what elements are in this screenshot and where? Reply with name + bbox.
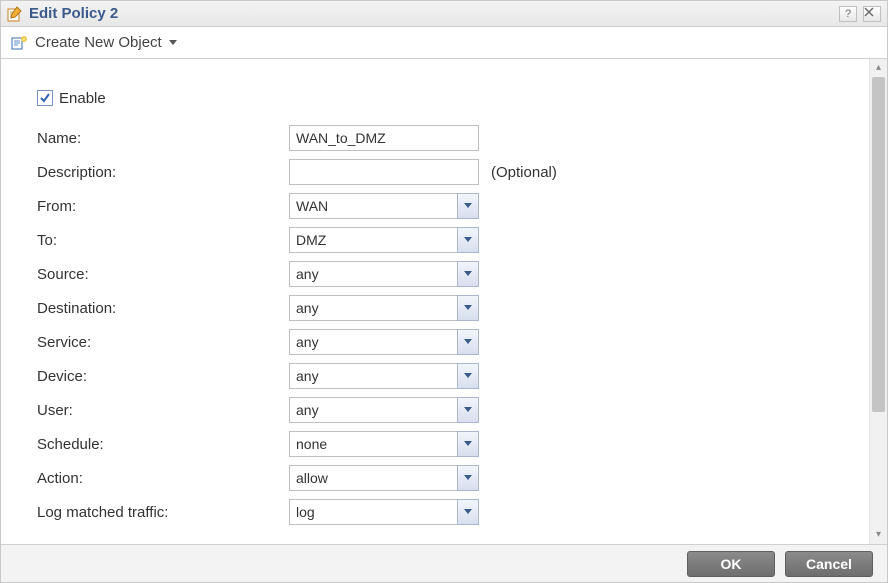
help-button[interactable]: ? — [839, 6, 857, 22]
source-label: Source: — [31, 266, 289, 283]
device-label: Device: — [31, 368, 289, 385]
edit-policy-icon — [7, 6, 23, 22]
log-value[interactable]: log — [289, 499, 457, 525]
chevron-down-icon[interactable] — [457, 363, 479, 389]
to-label: To: — [31, 232, 289, 249]
chevron-down-icon[interactable] — [457, 193, 479, 219]
scroll-down-icon[interactable]: ▾ — [870, 526, 887, 544]
device-combo[interactable]: any — [289, 363, 479, 389]
service-label: Service: — [31, 334, 289, 351]
enable-label: Enable — [59, 90, 106, 107]
schedule-combo[interactable]: none — [289, 431, 479, 457]
to-combo[interactable]: DMZ — [289, 227, 479, 253]
form: Enable Name: Description: (Optional) Fro… — [1, 59, 869, 544]
user-combo[interactable]: any — [289, 397, 479, 423]
chevron-down-icon[interactable] — [457, 295, 479, 321]
create-new-object-button[interactable]: Create New Object — [35, 34, 162, 51]
content-area: Enable Name: Description: (Optional) Fro… — [1, 59, 887, 544]
dropdown-caret-icon[interactable] — [168, 39, 178, 47]
dialog-footer: OK Cancel — [1, 544, 887, 582]
log-label: Log matched traffic: — [31, 504, 289, 521]
user-value[interactable]: any — [289, 397, 457, 423]
ok-button[interactable]: OK — [687, 551, 775, 577]
from-value[interactable]: WAN — [289, 193, 457, 219]
name-label: Name: — [31, 130, 289, 147]
toolbar: Create New Object — [1, 27, 887, 59]
close-button[interactable] — [863, 6, 881, 22]
dialog-title: Edit Policy 2 — [29, 5, 833, 22]
chevron-down-icon[interactable] — [457, 397, 479, 423]
name-input[interactable] — [289, 125, 479, 151]
from-label: From: — [31, 198, 289, 215]
device-value[interactable]: any — [289, 363, 457, 389]
chevron-down-icon[interactable] — [457, 499, 479, 525]
description-label: Description: — [31, 164, 289, 181]
cancel-button[interactable]: Cancel — [785, 551, 873, 577]
title-bar: Edit Policy 2 ? — [1, 1, 887, 27]
chevron-down-icon[interactable] — [457, 227, 479, 253]
action-value[interactable]: allow — [289, 465, 457, 491]
user-label: User: — [31, 402, 289, 419]
destination-label: Destination: — [31, 300, 289, 317]
new-object-icon — [11, 35, 29, 51]
service-value[interactable]: any — [289, 329, 457, 355]
chevron-down-icon[interactable] — [457, 329, 479, 355]
source-combo[interactable]: any — [289, 261, 479, 287]
scroll-thumb[interactable] — [872, 77, 885, 412]
action-label: Action: — [31, 470, 289, 487]
log-combo[interactable]: log — [289, 499, 479, 525]
schedule-label: Schedule: — [31, 436, 289, 453]
from-combo[interactable]: WAN — [289, 193, 479, 219]
dialog-window: Edit Policy 2 ? Create New Object — [0, 0, 888, 583]
scroll-up-icon[interactable]: ▴ — [870, 59, 887, 77]
service-combo[interactable]: any — [289, 329, 479, 355]
optional-hint: (Optional) — [491, 164, 557, 181]
destination-value[interactable]: any — [289, 295, 457, 321]
enable-checkbox[interactable] — [37, 90, 53, 106]
chevron-down-icon[interactable] — [457, 431, 479, 457]
destination-combo[interactable]: any — [289, 295, 479, 321]
source-value[interactable]: any — [289, 261, 457, 287]
chevron-down-icon[interactable] — [457, 465, 479, 491]
schedule-value[interactable]: none — [289, 431, 457, 457]
vertical-scrollbar[interactable]: ▴ ▾ — [869, 59, 887, 544]
description-input[interactable] — [289, 159, 479, 185]
action-combo[interactable]: allow — [289, 465, 479, 491]
chevron-down-icon[interactable] — [457, 261, 479, 287]
to-value[interactable]: DMZ — [289, 227, 457, 253]
